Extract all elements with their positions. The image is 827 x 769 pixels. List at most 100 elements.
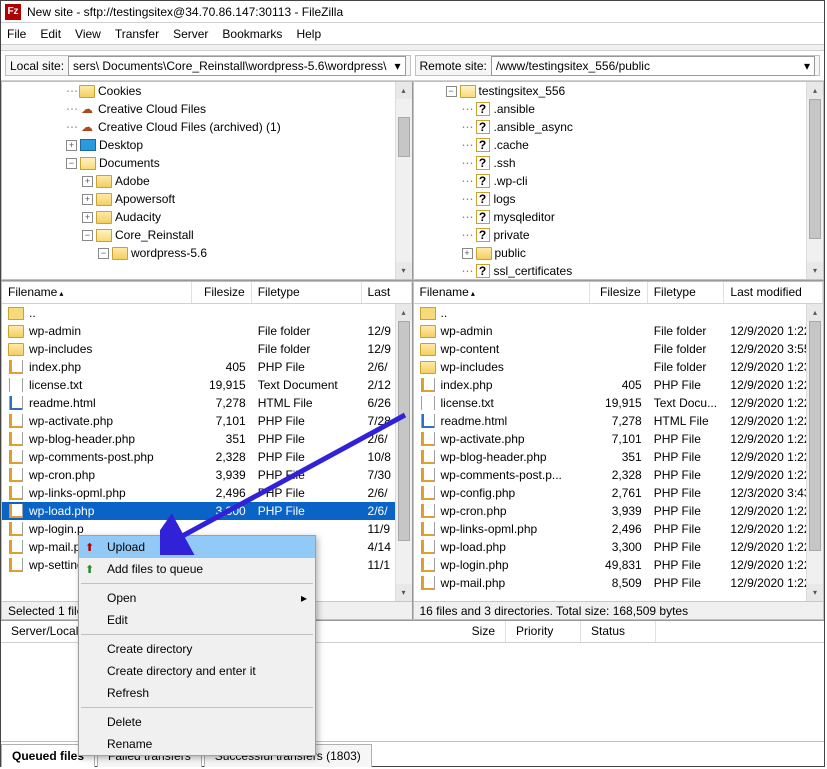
ctx-create-directory[interactable]: Create directory	[79, 638, 315, 660]
remote-list-header[interactable]: Filename▴ Filesize Filetype Last modifie…	[414, 282, 824, 304]
tree-item[interactable]: ⋯Cookies	[2, 82, 412, 100]
file-row[interactable]: wp-blog-header.php351PHP File2/6/	[2, 430, 412, 448]
expand-toggle-icon[interactable]: +	[66, 140, 77, 151]
file-row[interactable]: wp-load.php3,300PHP File2/6/	[2, 502, 412, 520]
file-row[interactable]: wp-mail.php8,509PHP File12/9/2020 1:22:	[414, 574, 824, 592]
tree-item[interactable]: ⋯mysqleditor	[414, 208, 824, 226]
tree-item[interactable]: ⋯.cache	[414, 136, 824, 154]
col-filetype[interactable]: Filetype	[252, 282, 362, 303]
file-row[interactable]: wp-load.php3,300PHP File12/9/2020 1:22:	[414, 538, 824, 556]
local-site-combo[interactable]: sers\ Documents\Core_Reinstall\wordpress…	[68, 56, 405, 76]
scrollbar-vertical[interactable]: ▴▾	[806, 82, 823, 279]
local-list-header[interactable]: Filename▴ Filesize Filetype Last	[2, 282, 412, 304]
menu-view[interactable]: View	[75, 27, 101, 41]
scrollbar-vertical[interactable]: ▴▾	[806, 304, 823, 601]
tree-item[interactable]: −testingsitex_556	[414, 82, 824, 100]
file-name: wp-load.php	[441, 540, 506, 554]
remote-file-list[interactable]: Filename▴ Filesize Filetype Last modifie…	[413, 281, 825, 620]
expand-toggle-icon[interactable]: +	[82, 194, 93, 205]
scrollbar-vertical[interactable]: ▴▾	[395, 82, 412, 279]
ctx-delete[interactable]: Delete	[79, 711, 315, 733]
tree-item[interactable]: ⋯ssl_certificates	[414, 262, 824, 280]
expand-toggle-icon[interactable]: −	[446, 86, 457, 97]
file-row[interactable]: wp-cron.php3,939PHP File12/9/2020 1:22:	[414, 502, 824, 520]
menu-bookmarks[interactable]: Bookmarks	[222, 27, 282, 41]
chevron-down-icon[interactable]: ▾	[394, 59, 400, 73]
expand-toggle-icon[interactable]: −	[66, 158, 77, 169]
menubar[interactable]: File Edit View Transfer Server Bookmarks Help	[1, 23, 824, 45]
ctx-open[interactable]: Open▸	[79, 587, 315, 609]
menu-transfer[interactable]: Transfer	[115, 27, 159, 41]
file-row[interactable]: wp-config.php2,761PHP File12/3/2020 3:43…	[414, 484, 824, 502]
col-lastmod[interactable]: Last modified	[724, 282, 823, 303]
file-row[interactable]: index.php405PHP File2/6/	[2, 358, 412, 376]
expand-toggle-icon[interactable]: +	[82, 212, 93, 223]
tree-item[interactable]: −Core_Reinstall	[2, 226, 412, 244]
col-filename[interactable]: Filename	[420, 285, 469, 299]
file-row[interactable]: wp-activate.php7,101PHP File7/28	[2, 412, 412, 430]
file-row[interactable]: license.txt19,915Text Docu...12/9/2020 1…	[414, 394, 824, 412]
tree-item[interactable]: ⋯.wp-cli	[414, 172, 824, 190]
file-row[interactable]: index.php405PHP File12/9/2020 1:22:	[414, 376, 824, 394]
tree-item[interactable]: +Adobe	[2, 172, 412, 190]
ctx-add-files-to-queue[interactable]: ⬆Add files to queue	[79, 558, 315, 580]
file-row[interactable]: wp-login.php49,831PHP File12/9/2020 1:22…	[414, 556, 824, 574]
tree-item[interactable]: −Documents	[2, 154, 412, 172]
file-row[interactable]: wp-cron.php3,939PHP File7/30	[2, 466, 412, 484]
tree-item[interactable]: ⋯.ansible_async	[414, 118, 824, 136]
file-row[interactable]: wp-includesFile folder12/9/2020 1:23:	[414, 358, 824, 376]
file-row[interactable]: wp-adminFile folder12/9/2020 1:22:	[414, 322, 824, 340]
scrollbar-vertical[interactable]: ▴▾	[395, 304, 412, 601]
col-filesize[interactable]: Filesize	[590, 282, 648, 303]
tree-item[interactable]: +Audacity	[2, 208, 412, 226]
tree-item[interactable]: ⋯private	[414, 226, 824, 244]
remote-site-combo[interactable]: /www/testingsitex_556/public ▾	[491, 56, 815, 76]
menu-edit[interactable]: Edit	[40, 27, 61, 41]
remote-tree[interactable]: −testingsitex_556⋯.ansible⋯.ansible_asyn…	[413, 81, 825, 280]
expand-toggle-icon[interactable]: −	[98, 248, 109, 259]
file-row[interactable]: wp-comments-post.p...2,328PHP File12/9/2…	[414, 466, 824, 484]
file-row[interactable]: ..	[414, 304, 824, 322]
file-row[interactable]: wp-activate.php7,101PHP File12/9/2020 1:…	[414, 430, 824, 448]
file-row[interactable]: wp-links-opml.php2,496PHP File2/6/	[2, 484, 412, 502]
file-row[interactable]: license.txt19,915Text Document2/12	[2, 376, 412, 394]
ctx-upload[interactable]: ⬆Upload	[79, 536, 315, 558]
file-row[interactable]: wp-comments-post.php2,328PHP File10/8	[2, 448, 412, 466]
tree-item[interactable]: ⋯logs	[414, 190, 824, 208]
file-row[interactable]: readme.html7,278HTML File6/26	[2, 394, 412, 412]
file-row[interactable]: wp-includesFile folder12/9	[2, 340, 412, 358]
ctx-create-directory-and-enter-it[interactable]: Create directory and enter it	[79, 660, 315, 682]
tree-item[interactable]: +Desktop	[2, 136, 412, 154]
local-tree[interactable]: ⋯Cookies⋯Creative Cloud Files⋯Creative C…	[1, 81, 413, 280]
ctx-refresh[interactable]: Refresh	[79, 682, 315, 704]
file-row[interactable]: wp-links-opml.php2,496PHP File12/9/2020 …	[414, 520, 824, 538]
expand-toggle-icon[interactable]: −	[82, 230, 93, 241]
file-row[interactable]: wp-adminFile folder12/9	[2, 322, 412, 340]
col-filesize[interactable]: Filesize	[192, 282, 252, 303]
ctx-edit[interactable]: Edit	[79, 609, 315, 631]
tree-item[interactable]: +Apowersoft	[2, 190, 412, 208]
menu-file[interactable]: File	[7, 27, 26, 41]
col-filename[interactable]: Filename	[8, 285, 57, 299]
context-menu[interactable]: ⬆Upload⬆Add files to queue Open▸Edit Creat…	[78, 535, 316, 756]
tree-item[interactable]: +public	[414, 244, 824, 262]
tree-item[interactable]: −wordpress-5.6	[2, 244, 412, 262]
col-filetype[interactable]: Filetype	[648, 282, 725, 303]
menu-help[interactable]: Help	[296, 27, 321, 41]
expand-toggle-icon[interactable]: +	[462, 248, 473, 259]
menu-server[interactable]: Server	[173, 27, 208, 41]
expand-toggle-icon[interactable]: +	[82, 176, 93, 187]
tree-item[interactable]: ⋯.ansible	[414, 100, 824, 118]
col-lastmod[interactable]: Last	[362, 282, 412, 303]
transfer-col[interactable]: Status	[581, 621, 656, 642]
file-row[interactable]: wp-contentFile folder12/9/2020 3:55:	[414, 340, 824, 358]
transfer-col[interactable]: Priority	[506, 621, 581, 642]
tree-item[interactable]: ⋯Creative Cloud Files (archived) (1)	[2, 118, 412, 136]
file-row[interactable]: readme.html7,278HTML File12/9/2020 1:22:	[414, 412, 824, 430]
tree-item[interactable]: ⋯.ssh	[414, 154, 824, 172]
file-row[interactable]: ..	[2, 304, 412, 322]
file-row[interactable]: wp-blog-header.php351PHP File12/9/2020 1…	[414, 448, 824, 466]
ctx-rename[interactable]: Rename	[79, 733, 315, 755]
tree-item[interactable]: ⋯Creative Cloud Files	[2, 100, 412, 118]
chevron-down-icon[interactable]: ▾	[804, 59, 810, 73]
